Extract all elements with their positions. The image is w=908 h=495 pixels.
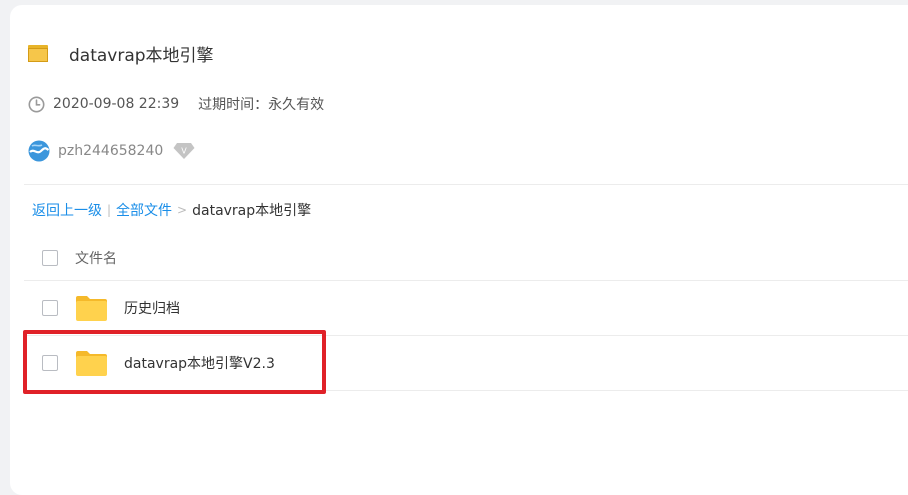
share-title: datavrap本地引擎 [69,45,214,66]
folder-icon [28,44,48,62]
highlight-box [23,330,326,394]
breadcrumb-current: datavrap本地引擎 [192,203,312,219]
column-header-filename[interactable]: 文件名 [75,248,117,268]
folder-icon [76,295,107,321]
vip-diamond-icon: V [173,143,195,159]
all-files-link[interactable]: 全部文件 [116,200,172,220]
svg-text:V: V [182,147,188,156]
back-link[interactable]: 返回上一级 [32,200,102,220]
sharer-username[interactable]: pzh244658240 [58,143,163,159]
divider [24,184,908,185]
file-list-header: 文件名 [24,231,908,285]
list-item[interactable]: 历史归档 [24,281,908,335]
avatar[interactable] [28,140,50,162]
breadcrumb-divider: | [107,203,112,217]
share-date: 2020-09-08 22:39 [53,96,180,112]
breadcrumb-separator: > [177,203,188,217]
expire-text: 过期时间：永久有效 [198,97,325,113]
share-title-row: datavrap本地引擎 [28,41,214,66]
sharer-info: pzh244658240 V [28,139,195,163]
clock-icon [28,96,45,112]
select-all-checkbox[interactable] [42,250,58,266]
breadcrumb: 返回上一级 | 全部文件 > datavrap本地引擎 [32,200,311,220]
row-checkbox[interactable] [42,300,58,316]
share-meta: 2020-09-08 22:39 过期时间：永久有效 [28,94,324,114]
file-name[interactable]: 历史归档 [124,298,180,318]
